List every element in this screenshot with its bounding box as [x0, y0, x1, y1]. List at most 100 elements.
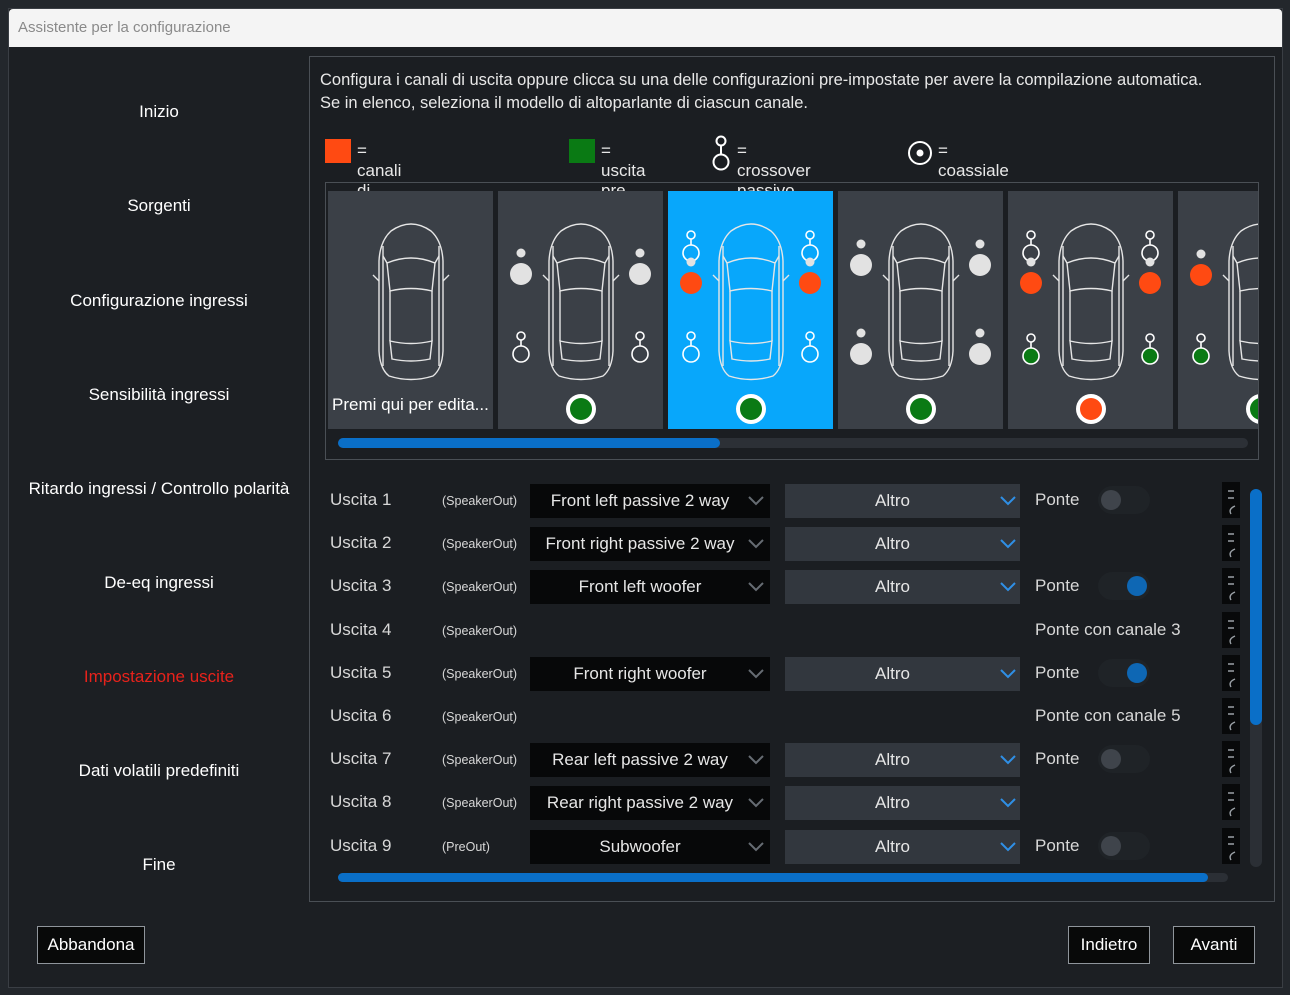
passive-crossover-icon	[682, 331, 700, 363]
row-action-icon[interactable]	[1222, 784, 1240, 821]
bridge-toggle[interactable]	[1098, 486, 1150, 514]
speaker-model-select[interactable]: Altro	[785, 484, 1020, 518]
row-action-icon[interactable]	[1222, 525, 1240, 562]
bridge-label: Ponte con canale 5	[1035, 706, 1181, 725]
passive-crossover-icon	[801, 230, 819, 262]
output-label: Uscita 6	[330, 706, 392, 725]
output-type: (SpeakerOut)	[442, 494, 518, 508]
speaker-model-select[interactable]: Altro	[785, 829, 1020, 864]
speaker-dot-icon	[629, 248, 651, 285]
output-label: Uscita 5	[330, 662, 392, 682]
output-type-dot-icon	[906, 394, 936, 424]
preset-tile[interactable]	[498, 191, 663, 429]
chevron-down-icon	[746, 743, 766, 777]
speaker-position-select[interactable]: Front left woofer	[530, 570, 770, 605]
nav-step-input-config[interactable]: Configurazione ingressi	[9, 291, 309, 311]
speaker-dot-icon	[850, 328, 872, 365]
row-action-icon[interactable]	[1222, 482, 1240, 518]
row-action-icon[interactable]	[1222, 568, 1240, 605]
output-type: (PreOut)	[442, 839, 490, 854]
output-type-dot-icon	[1076, 394, 1106, 424]
next-button[interactable]: Avanti	[1173, 926, 1255, 964]
output-row: Uscita 8 (SpeakerOut) Rear right passive 2…	[330, 784, 1250, 821]
car-outline-icon	[1052, 223, 1130, 381]
row-action-icon[interactable]	[1222, 741, 1240, 778]
nav-step-output-settings[interactable]: Impostazione uscite	[9, 667, 309, 687]
back-button[interactable]: Indietro	[1068, 926, 1150, 964]
bridge-toggle[interactable]	[1098, 831, 1150, 860]
nav-step-volatile-data[interactable]: Dati volatili predefiniti	[9, 761, 309, 781]
car-outline-icon	[1222, 223, 1258, 381]
row-action-icon[interactable]	[1222, 611, 1240, 648]
vertical-scrollbar-thumb[interactable]	[1250, 489, 1262, 725]
nav-step-input-delay[interactable]: Ritardo ingressi / Controllo polarità	[9, 479, 309, 499]
chevron-down-icon	[998, 830, 1018, 864]
preset-tile[interactable]	[1178, 191, 1258, 429]
output-type: (SpeakerOut)	[442, 580, 518, 595]
nav-step-sources[interactable]: Sorgenti	[9, 196, 309, 216]
chevron-down-icon	[746, 830, 766, 864]
output-type: (SpeakerOut)	[442, 710, 518, 724]
chevron-down-icon	[746, 570, 766, 604]
toggle-knob	[1101, 749, 1121, 770]
output-label: Uscita 3	[330, 576, 392, 596]
speaker-model-select[interactable]: Altro	[785, 743, 1020, 778]
speaker-position-select[interactable]: Front right woofer	[530, 656, 770, 691]
speaker-position-value: Rear right passive 2 way	[546, 793, 734, 813]
speaker-model-value: Altro	[875, 534, 910, 554]
speaker-position-select[interactable]: Front right passive 2 way	[530, 527, 770, 562]
speaker-dot-icon	[969, 239, 991, 276]
chevron-down-icon	[998, 743, 1018, 777]
preset-scrollbar[interactable]	[338, 438, 1248, 448]
speaker-position-value: Front left woofer	[578, 577, 702, 597]
speaker-model-select[interactable]: Altro	[785, 656, 1020, 691]
preset-tile[interactable]	[1008, 191, 1173, 429]
speaker-dot-icon	[969, 328, 991, 365]
passive-crossover-icon	[1141, 230, 1159, 262]
output-label: Uscita 1	[330, 490, 392, 509]
chevron-down-icon	[746, 527, 766, 561]
nav-step-input-sensitivity[interactable]: Sensibilità ingressi	[9, 385, 309, 405]
bridge-toggle[interactable]	[1098, 658, 1150, 687]
speaker-position-select[interactable]: Subwoofer	[530, 829, 770, 864]
speaker-position-value: Front right passive 2 way	[545, 534, 735, 554]
speaker-model-value: Altro	[875, 836, 910, 856]
nav-step-finish[interactable]: Fine	[9, 855, 309, 875]
nav-step-start[interactable]: Inizio	[9, 102, 309, 122]
speaker-position-select[interactable]: Rear right passive 2 way	[530, 786, 770, 821]
output-row: Uscita 7 (SpeakerOut) Rear left passive 2 …	[330, 741, 1250, 778]
output-label: Uscita 9	[330, 835, 392, 855]
preset-tile[interactable]	[838, 191, 1003, 429]
bridge-toggle[interactable]	[1098, 572, 1150, 601]
output-row: Uscita 6 (SpeakerOut) Ponte con canale 5	[330, 698, 1250, 734]
passive-crossover-icon	[1022, 230, 1040, 262]
output-list-horizontal-scrollbar[interactable]	[338, 873, 1228, 882]
preset-tile[interactable]	[668, 191, 833, 429]
output-settings-panel: Configura i canali di uscita oppure clic…	[309, 56, 1275, 902]
speaker-model-select[interactable]: Altro	[785, 786, 1020, 821]
horizontal-scrollbar-thumb[interactable]	[338, 873, 1208, 882]
speaker-model-select[interactable]: Altro	[785, 527, 1020, 562]
speaker-position-select[interactable]: Rear left passive 2 way	[530, 743, 770, 778]
bridge-toggle[interactable]	[1098, 745, 1150, 774]
speaker-position-select[interactable]: Front left passive 2 way	[530, 484, 770, 518]
output-row: Uscita 9 (PreOut) Subwoofer Altro Ponte	[330, 827, 1250, 864]
speaker-model-select[interactable]: Altro	[785, 570, 1020, 605]
chevron-down-icon	[998, 657, 1018, 691]
wizard-window: Assistente per la configurazione Inizio S…	[8, 8, 1283, 988]
speaker-dot-icon	[1020, 257, 1042, 294]
preset-scrollbar-thumb[interactable]	[338, 438, 720, 448]
output-row: Uscita 2 (SpeakerOut) Front right passive …	[330, 525, 1250, 562]
output-type-dot-icon	[1246, 394, 1258, 424]
abort-button[interactable]: Abbandona	[37, 926, 145, 964]
output-list-vertical-scrollbar[interactable]	[1250, 489, 1262, 867]
nav-step-input-deeq[interactable]: De-eq ingressi	[9, 573, 309, 593]
chevron-down-icon	[998, 570, 1018, 604]
row-action-icon[interactable]	[1222, 827, 1240, 864]
car-outline-icon	[542, 223, 620, 381]
row-action-icon[interactable]	[1222, 654, 1240, 691]
output-type-dot-icon	[736, 394, 766, 424]
preset-tile[interactable]: Premi qui per edita...	[328, 191, 493, 429]
speaker-dot-icon	[680, 257, 702, 294]
row-action-icon[interactable]	[1222, 698, 1240, 734]
